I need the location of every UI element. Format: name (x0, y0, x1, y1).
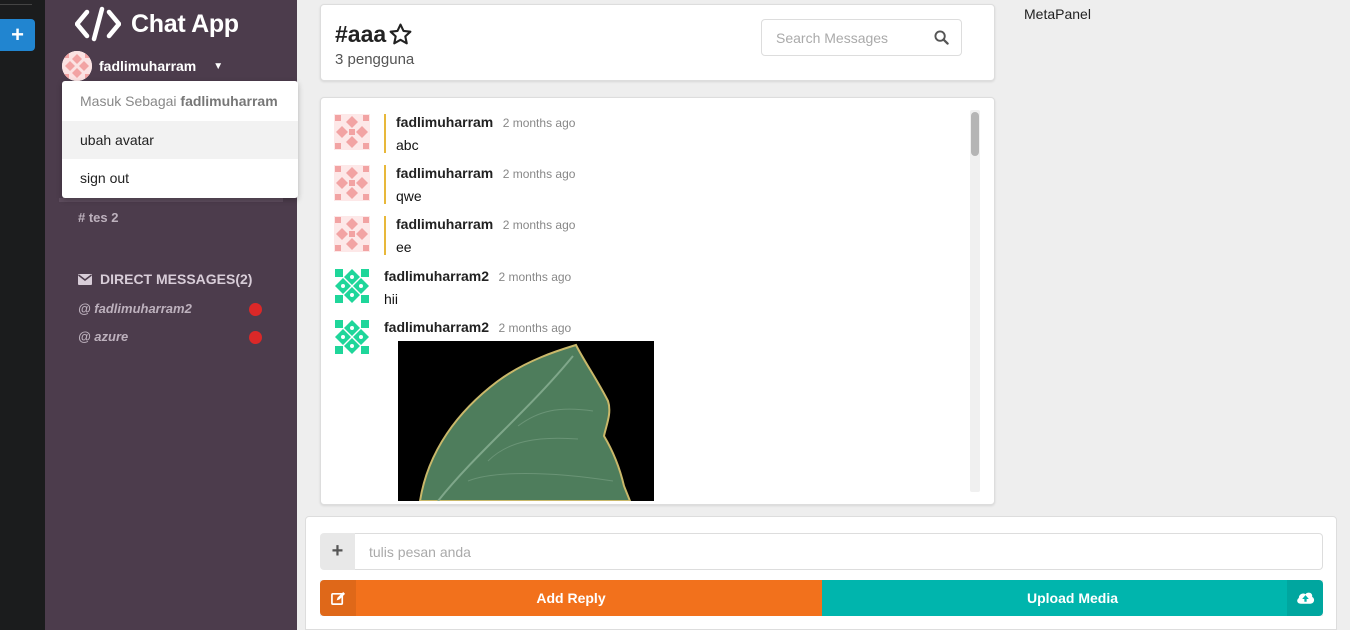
search-input[interactable] (762, 20, 922, 55)
message-text: abc (396, 137, 419, 153)
message-composer: + Add Reply Upload Media (305, 516, 1337, 630)
message-timestamp: 2 months ago (502, 116, 576, 130)
message-image[interactable] (398, 341, 654, 501)
message-text: qwe (396, 188, 422, 204)
member-count: 3 pengguna (335, 51, 415, 68)
code-icon (75, 6, 121, 42)
message-author: fadlimuharram (396, 165, 494, 181)
dm-item-fadlimuharram2[interactable]: @ fadlimuharram2 (78, 301, 192, 316)
selected-channel-highlight (59, 198, 283, 202)
message-content: fadlimuharram2 2 months ago hii (384, 268, 884, 307)
rail-divider (0, 4, 32, 5)
add-reply-button[interactable]: Add Reply (320, 580, 822, 616)
app-title: Chat App (131, 9, 239, 38)
signed-in-as: Masuk Sebagai fadlimuharram (62, 81, 298, 121)
direct-messages-header: DIRECT MESSAGES(2) (78, 271, 252, 287)
envelope-icon (78, 273, 92, 285)
channel-title: #aaa (335, 21, 413, 48)
message-avatar (334, 319, 370, 355)
message-content: fadlimuharram 2 months ago ee (384, 216, 884, 255)
direct-messages-title: DIRECT MESSAGES(2) (100, 271, 253, 287)
message-author: fadlimuharram2 (384, 268, 490, 284)
message-timestamp: 2 months ago (498, 321, 572, 335)
message-text: hii (384, 291, 399, 307)
message-avatar (334, 268, 370, 304)
messages-panel: fadlimuharram 2 months ago abc fadlimuha… (320, 97, 995, 505)
leaf-image (398, 341, 654, 501)
message-content: fadlimuharram 2 months ago abc (384, 114, 884, 153)
message-timestamp: 2 months ago (502, 218, 576, 232)
add-reply-label: Add Reply (536, 590, 606, 606)
search-box (761, 19, 962, 56)
unread-indicator (249, 331, 262, 344)
dm-item-azure[interactable]: @ azure (78, 329, 128, 344)
upload-media-label: Upload Media (1026, 590, 1118, 606)
unread-indicator (249, 303, 262, 316)
user-name: fadlimuharram (99, 58, 197, 74)
sign-out-menu-item[interactable]: sign out (62, 159, 298, 197)
signed-in-prefix: Masuk Sebagai (80, 93, 177, 109)
channel-name: #aaa (335, 21, 387, 47)
message-author: fadlimuharram (396, 216, 494, 232)
star-icon[interactable] (388, 22, 413, 47)
message-content: fadlimuharram2 2 months ago (384, 319, 884, 337)
message-author: fadlimuharram (396, 114, 494, 130)
message-author: fadlimuharram2 (384, 319, 490, 335)
channel-item[interactable]: # tes 2 (78, 210, 118, 225)
cloud-upload-icon (1287, 580, 1323, 616)
message-timestamp: 2 months ago (502, 167, 576, 181)
message-text: ee (396, 239, 412, 255)
message-input[interactable] (355, 533, 1323, 570)
message-avatar (334, 114, 370, 150)
message-content: fadlimuharram 2 months ago qwe (384, 165, 884, 204)
app-logo: Chat App (75, 6, 239, 42)
user-menu-trigger[interactable]: fadlimuharram ▼ (62, 51, 223, 81)
message-avatar (334, 216, 370, 252)
message-avatar (334, 165, 370, 201)
channel-header: #aaa 3 pengguna (320, 4, 995, 81)
user-avatar (62, 51, 92, 81)
add-workspace-button[interactable]: + (0, 19, 35, 51)
signed-in-name: fadlimuharram (180, 93, 278, 109)
edit-icon (320, 580, 356, 616)
user-dropdown-menu: Masuk Sebagai fadlimuharram ubah avatar … (62, 81, 298, 198)
search-icon[interactable] (934, 30, 949, 45)
scrollbar-thumb[interactable] (971, 112, 979, 156)
upload-media-button[interactable]: Upload Media (822, 580, 1323, 616)
meta-panel-title: MetaPanel (1024, 6, 1091, 22)
app-rail: + (0, 0, 45, 630)
caret-down-icon: ▼ (213, 60, 224, 72)
plus-icon[interactable]: + (320, 533, 355, 570)
messages-scrollbar[interactable] (970, 110, 980, 492)
change-avatar-menu-item[interactable]: ubah avatar (62, 121, 298, 159)
message-timestamp: 2 months ago (498, 270, 572, 284)
